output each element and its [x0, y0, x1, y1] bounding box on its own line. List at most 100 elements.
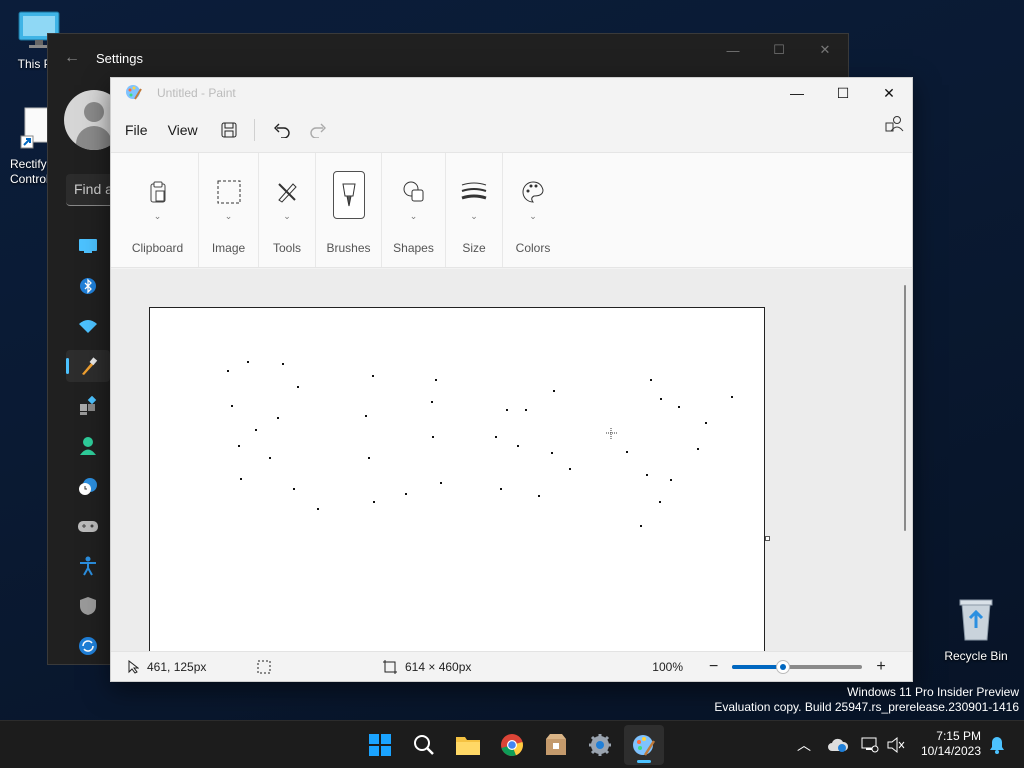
canvas-dot	[500, 488, 502, 490]
network-icon[interactable]	[66, 310, 110, 342]
cloud-icon[interactable]	[826, 733, 850, 757]
ribbon-group-brushes[interactable]: Brushes	[316, 153, 382, 267]
paint-titlebar[interactable]: Untitled - Paint — ☐ ✕	[111, 78, 912, 108]
chevron-down-icon[interactable]: ⌄	[410, 211, 418, 222]
back-arrow-icon[interactable]: ←	[48, 49, 96, 67]
ribbon-group-colors[interactable]: ⌄ Colors	[503, 153, 563, 267]
canvas-resize-handle[interactable]	[765, 536, 770, 541]
minimize-icon[interactable]: —	[774, 78, 820, 108]
paint-icon	[125, 83, 143, 104]
zoom-out-icon[interactable]: −	[709, 658, 718, 676]
chevron-down-icon[interactable]: ⌄	[154, 211, 162, 222]
account-icon[interactable]	[884, 114, 904, 137]
ribbon-label: Brushes	[326, 241, 371, 255]
canvas-dot	[538, 495, 540, 497]
settings-icon[interactable]	[580, 725, 620, 765]
canvas-dot	[626, 451, 628, 453]
save-icon[interactable]	[214, 115, 244, 145]
tools-icon[interactable]	[270, 175, 304, 209]
desktop-icon-label: Recycle Bin	[944, 649, 1008, 663]
ribbon-label: Shapes	[393, 241, 434, 255]
palette-icon[interactable]	[516, 175, 550, 209]
ribbon-group-image[interactable]: ⌄ Image	[199, 153, 259, 267]
drawing-canvas[interactable]	[149, 307, 765, 651]
canvas-dot	[255, 429, 257, 431]
search-icon[interactable]	[404, 725, 444, 765]
maximize-icon[interactable]: ☐	[756, 34, 802, 66]
network-status-icon[interactable]	[858, 733, 882, 757]
paint-statusbar: 461, 125px 614 × 460px 100% − +	[111, 651, 912, 681]
canvas-dot	[678, 406, 680, 408]
start-icon[interactable]	[360, 725, 400, 765]
ribbon-label: Clipboard	[131, 241, 184, 255]
canvas-dot	[525, 409, 527, 411]
system-clock[interactable]: 7:15 PM 10/14/2023	[915, 729, 981, 759]
package-icon[interactable]	[536, 725, 576, 765]
time-language-icon[interactable]	[66, 470, 110, 502]
selection-icon[interactable]	[212, 175, 246, 209]
canvas-dot	[277, 417, 279, 419]
accessibility-icon[interactable]	[66, 550, 110, 582]
zoom-slider[interactable]	[732, 659, 863, 674]
canvas-dot	[569, 468, 571, 470]
watermark-line1: Windows 11 Pro Insider Preview	[847, 685, 1019, 699]
menu-view[interactable]: View	[158, 116, 208, 144]
canvas-dot	[227, 370, 229, 372]
show-hidden-icons-chevron-icon[interactable]: ︿	[797, 735, 811, 755]
chevron-down-icon[interactable]: ⌄	[225, 211, 233, 222]
desktop-icon-recycle-bin[interactable]: Recycle Bin	[938, 596, 1014, 663]
canvas-dot	[660, 398, 662, 400]
divider	[253, 119, 255, 141]
gaming-icon[interactable]	[66, 510, 110, 542]
size-icon[interactable]	[457, 175, 491, 209]
menu-file[interactable]: File	[115, 116, 158, 144]
canvas-dot	[231, 405, 233, 407]
canvas-dot	[432, 436, 434, 438]
chrome-icon[interactable]	[492, 725, 532, 765]
chevron-down-icon[interactable]: ⌄	[283, 211, 291, 222]
paint-taskbar-icon[interactable]	[624, 725, 664, 765]
vertical-scrollbar[interactable]	[904, 285, 906, 531]
zoom-in-icon[interactable]: +	[876, 658, 885, 676]
minimize-icon[interactable]: —	[710, 34, 756, 66]
redo-icon[interactable]	[303, 115, 333, 145]
shapes-icon[interactable]	[397, 175, 431, 209]
canvas-dot	[282, 363, 284, 365]
canvas-dot	[659, 501, 661, 503]
undo-icon[interactable]	[267, 115, 297, 145]
privacy-security-icon[interactable]	[66, 590, 110, 622]
ribbon-group-clipboard[interactable]: ⌄ Clipboard	[117, 153, 199, 267]
zoom-slider-thumb[interactable]	[776, 659, 791, 674]
windows-update-icon[interactable]	[66, 630, 110, 662]
file-explorer-icon[interactable]	[448, 725, 488, 765]
pointer-icon	[128, 659, 139, 674]
canvas-dot	[440, 482, 442, 484]
canvas-dot	[372, 375, 374, 377]
bluetooth-icon[interactable]	[66, 270, 110, 302]
zoom-level[interactable]: 100%	[643, 660, 683, 674]
close-icon[interactable]: ✕	[802, 34, 848, 66]
brush-icon[interactable]	[332, 171, 365, 219]
clipboard-icon[interactable]	[141, 175, 175, 209]
maximize-icon[interactable]: ☐	[820, 78, 866, 108]
ribbon-group-tools[interactable]: ⌄ Tools	[259, 153, 316, 267]
ribbon-label: Image	[211, 241, 246, 255]
ribbon-group-size[interactable]: ⌄ Size	[446, 153, 503, 267]
ribbon-group-shapes[interactable]: ⌄ Shapes	[382, 153, 446, 267]
chevron-down-icon[interactable]: ⌄	[470, 211, 478, 222]
zoom-slider-fill	[732, 664, 783, 669]
personalization-icon[interactable]	[66, 350, 110, 382]
volume-muted-icon[interactable]	[884, 733, 908, 757]
chevron-down-icon[interactable]: ⌄	[529, 211, 537, 222]
accounts-icon[interactable]	[66, 430, 110, 462]
canvas-dot	[551, 452, 553, 454]
notification-bell-icon[interactable]	[985, 733, 1009, 757]
canvas-dot	[240, 478, 242, 480]
paint-menubar: File View	[111, 108, 912, 152]
apps-icon[interactable]	[66, 390, 110, 422]
close-icon[interactable]: ✕	[866, 78, 912, 108]
paint-window[interactable]: Untitled - Paint — ☐ ✕ File View ⌄ Clipb…	[110, 77, 913, 682]
document-title: Untitled - Paint	[157, 86, 236, 100]
canvas-dot	[293, 488, 295, 490]
system-icon[interactable]	[66, 230, 110, 262]
